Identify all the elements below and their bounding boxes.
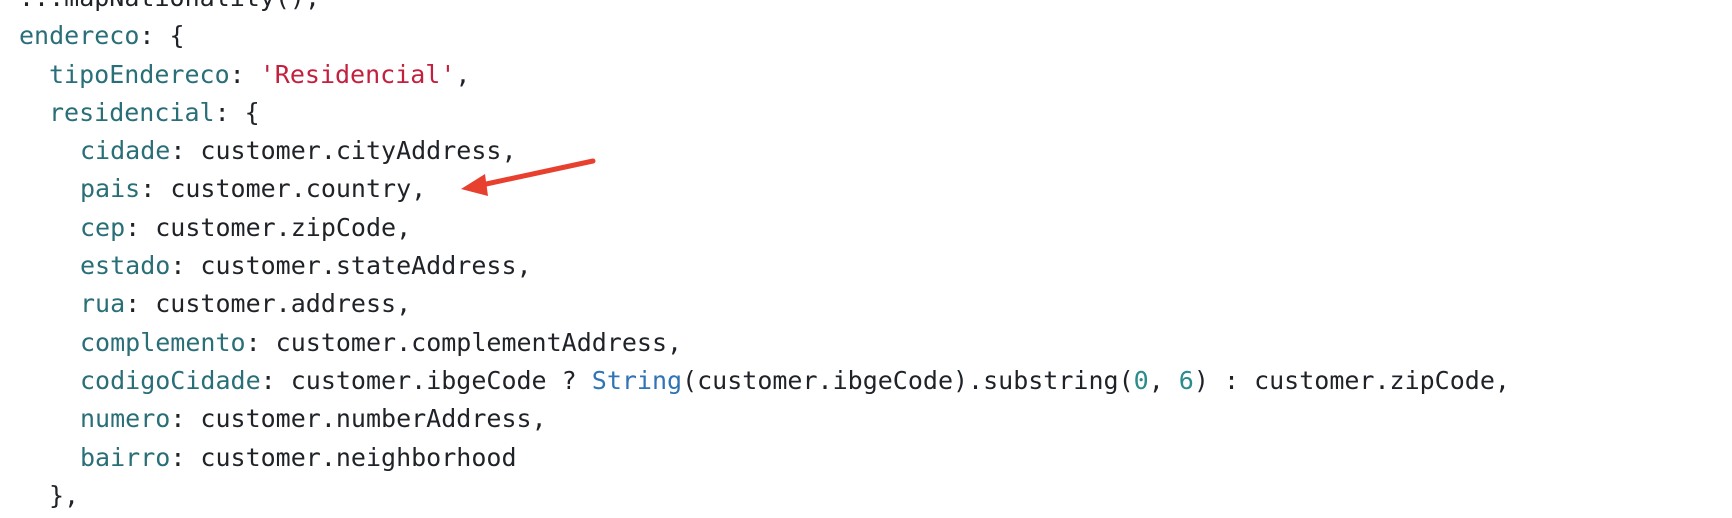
red-arrow-icon — [461, 158, 596, 196]
